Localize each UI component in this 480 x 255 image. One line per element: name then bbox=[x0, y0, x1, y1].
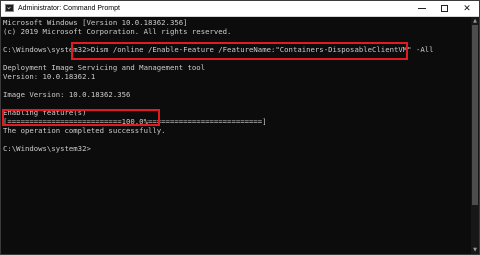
minimize-icon bbox=[418, 8, 426, 9]
command-highlight-box bbox=[71, 42, 408, 60]
command-prompt-icon bbox=[5, 4, 14, 12]
minimize-button[interactable] bbox=[411, 1, 433, 16]
maximize-button[interactable] bbox=[433, 1, 455, 16]
success-highlight-box bbox=[2, 109, 160, 126]
close-icon: ✕ bbox=[463, 3, 471, 14]
close-button[interactable]: ✕ bbox=[456, 1, 478, 16]
vertical-scrollbar[interactable]: ▲ ▼ bbox=[471, 17, 479, 254]
scroll-down-icon[interactable]: ▼ bbox=[471, 246, 479, 254]
console-line: Deployment Image Servicing and Managemen… bbox=[3, 63, 206, 72]
console-line: (c) 2019 Microsoft Corporation. All righ… bbox=[3, 27, 232, 36]
title-bar[interactable]: Administrator: Command Prompt ✕ bbox=[1, 1, 479, 17]
console-prompt-line: C:\Windows\system32> bbox=[3, 144, 91, 153]
maximize-icon bbox=[440, 5, 448, 12]
console-line: Image Version: 10.0.18362.356 bbox=[3, 90, 131, 99]
success-message-line: The operation completed successfully. bbox=[3, 126, 166, 135]
command-prompt-window: Administrator: Command Prompt ✕ Microsof… bbox=[0, 0, 480, 255]
window-title: Administrator: Command Prompt bbox=[18, 5, 120, 12]
scroll-up-icon[interactable]: ▲ bbox=[471, 17, 479, 25]
console-line: Microsoft Windows [Version 10.0.18362.35… bbox=[3, 18, 188, 27]
scrollbar-thumb[interactable] bbox=[472, 25, 478, 205]
console-line: Version: 10.0.18362.1 bbox=[3, 72, 96, 81]
